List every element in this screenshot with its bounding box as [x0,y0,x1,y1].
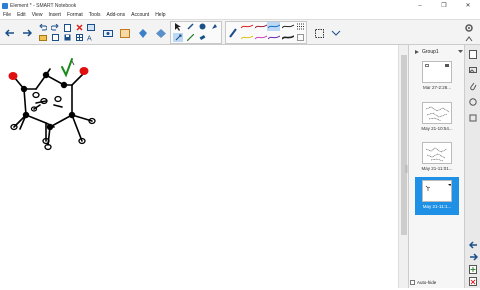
open-file-icon[interactable] [38,33,48,42]
addons-tab-icon[interactable] [468,113,478,123]
pen-style-yellow-icon[interactable] [241,33,253,42]
page-thumbnail-4[interactable]: May 21-11:1... [415,177,459,215]
fill-color-icon[interactable] [296,33,305,42]
menu-file[interactable]: File [3,12,11,18]
redo-icon[interactable] [50,23,60,32]
app-icon [2,2,8,9]
group-dropdown-icon[interactable] [458,50,463,54]
selection-box-icon[interactable] [313,24,325,42]
window-title: Element * - SMART Notebook [10,2,77,9]
collapse-triangle-icon[interactable] [415,50,419,54]
toolbar-toggle-icon[interactable] [463,34,475,44]
menu-format[interactable]: Format [67,12,83,18]
back-arrow-icon[interactable] [3,24,17,42]
attachments-tab-icon[interactable] [468,81,478,91]
menu-addons[interactable]: Add-ons [106,12,125,18]
window-controls: – ❐ ✕ [408,0,480,11]
pen-style-red-icon[interactable] [241,22,253,31]
toolbar: A [0,19,480,45]
menu-bar: File Edit View Insert Format Tools Add-o… [0,11,480,19]
side-tab-strip [464,45,480,288]
activity-builder-icon[interactable] [154,24,168,42]
pen-tool-icon[interactable] [185,22,195,31]
autohide-toggle[interactable]: Auto-hide [410,280,436,285]
page-caption: May 21-11:1... [422,204,452,209]
menu-account[interactable]: Account [131,12,149,18]
properties-icon[interactable] [330,24,342,42]
previous-page-icon[interactable] [468,240,478,250]
table-icon[interactable] [74,33,84,42]
whiteboard-canvas[interactable] [0,45,398,288]
document-camera-icon[interactable] [101,24,115,42]
pen-style-dark-icon[interactable] [282,33,294,42]
page-thumbnail-2[interactable]: May 21-10:54... [415,100,459,136]
eraser-icon[interactable] [197,33,207,42]
save-icon[interactable] [62,33,72,42]
menu-edit[interactable]: Edit [17,12,26,18]
minimize-button[interactable]: – [408,0,432,11]
menu-help[interactable]: Help [155,12,165,18]
forward-arrow-icon[interactable] [20,24,34,42]
page-thumbnail-1[interactable]: Mar 27-2:28... [415,59,459,95]
add-page-icon[interactable] [468,264,478,274]
autohide-checkbox[interactable] [410,280,415,285]
text-icon[interactable]: A [86,33,96,42]
undo-icon[interactable] [38,23,48,32]
page-caption: May 21-10:54... [421,126,453,131]
pen-style-darkred-icon[interactable] [255,22,267,31]
pen-icon[interactable] [228,24,238,42]
delete-icon[interactable] [74,23,84,32]
settings-gear-icon[interactable] [463,23,475,33]
menu-tools[interactable]: Tools [89,12,101,18]
select-arrow-icon[interactable] [173,22,183,31]
pen-style-black-icon[interactable] [282,22,294,31]
group-header[interactable]: Group1 [415,48,463,56]
close-button[interactable]: ✕ [456,0,480,11]
next-page-icon[interactable] [468,252,478,262]
svg-text:A: A [87,36,92,42]
new-page-icon[interactable] [62,23,72,32]
paste-icon[interactable] [50,33,60,42]
fill-icon[interactable] [209,22,219,31]
screen-capture-icon[interactable] [118,24,132,42]
menu-insert[interactable]: Insert [48,12,61,18]
page-caption: May 21-11:01... [421,166,453,171]
gallery-tab-icon[interactable] [468,65,478,75]
screen-shade-icon[interactable] [86,23,96,32]
page-thumbnail-3[interactable]: May 21-11:01... [415,140,459,176]
gallery-icon[interactable] [136,24,150,42]
pen-style-pink-icon[interactable] [255,33,267,42]
page-sorter-tab-icon[interactable] [468,49,478,59]
menu-view[interactable]: View [32,12,43,18]
shapes-icon[interactable] [197,22,207,31]
maximize-button[interactable]: ❐ [432,0,456,11]
properties-tab-icon[interactable] [468,97,478,107]
magic-pen-icon[interactable] [173,33,183,42]
autohide-label: Auto-hide [417,280,437,285]
scrollbar-thumb[interactable] [401,55,407,235]
pen-style-purple-icon[interactable] [268,33,280,42]
page-caption: Mar 27-2:28... [422,85,451,90]
line-style-icon[interactable] [296,22,305,31]
group-label: Group1 [422,49,439,55]
pen-style-blue-icon[interactable] [267,22,280,31]
molecule-drawing [8,58,96,151]
title-bar: Element * - SMART Notebook – ❐ ✕ [0,0,480,11]
delete-page-icon[interactable] [468,276,478,286]
page-sorter: Group1 Mar 27-2:28... May 21-10:54... Ma… [408,45,464,288]
line-tool-icon[interactable] [185,33,195,42]
